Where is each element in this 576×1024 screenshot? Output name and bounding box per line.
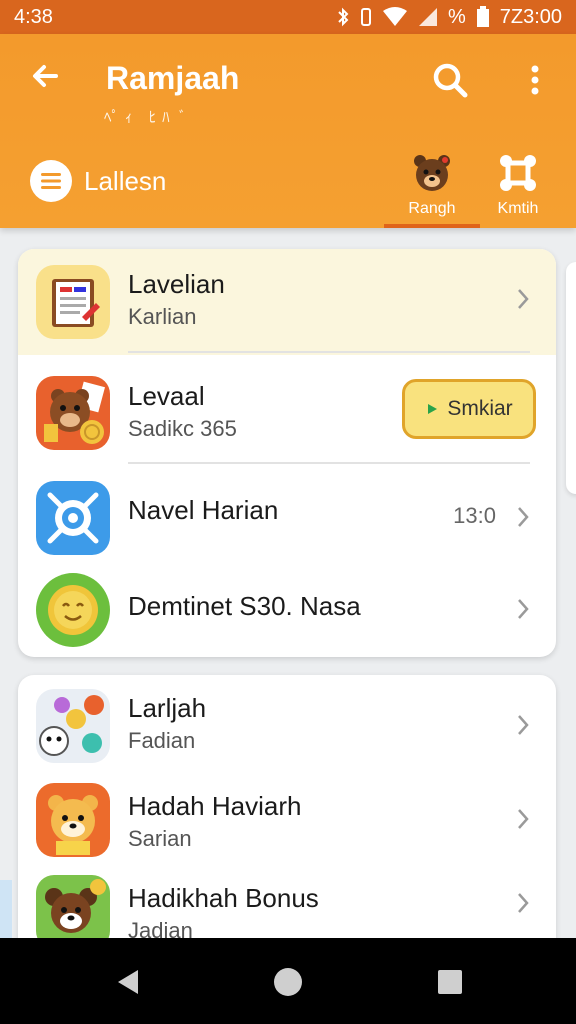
- dog-bonus-icon: [36, 875, 110, 945]
- list-item[interactable]: Larljah Fadian: [18, 675, 556, 773]
- nav-back-icon[interactable]: [112, 966, 144, 998]
- row-subtitle: Sadikc 365: [128, 416, 237, 441]
- rewards-card: Larljah Fadian Hadah Haviarh Sarian Hadi…: [18, 675, 556, 945]
- row-subtitle: Fadian: [128, 728, 196, 753]
- start-button-label: Smkiar: [447, 397, 513, 420]
- chevron-right-icon: [518, 809, 529, 829]
- status-time: 4:38: [14, 5, 53, 28]
- tab-rangh[interactable]: Rangh: [384, 146, 480, 228]
- target-blue-icon: [36, 481, 110, 555]
- row-title: Hadah Haviarh: [128, 791, 302, 821]
- status-icons: % 7Z3:00: [336, 6, 562, 29]
- list-item[interactable]: Hadikhah Bonus Jadian: [18, 867, 556, 945]
- system-nav-bar: [0, 938, 576, 1024]
- filter-button[interactable]: Lallesn: [30, 160, 166, 202]
- chevron-right-icon: [518, 715, 529, 735]
- app-bar: Ramjaah ﾍﾟｨ ﾋﾊ ﾞ Lallesn Rangh Kmtih: [0, 34, 576, 228]
- bluetooth-icon: [338, 7, 349, 27]
- fox-face-icon: [36, 783, 110, 857]
- list-item[interactable]: Navel Harian 13:0: [18, 469, 556, 565]
- row-title: Lavelian: [128, 269, 225, 299]
- list-item[interactable]: Lavelian Karlian: [18, 249, 556, 355]
- notebook-icon: [36, 265, 110, 339]
- row-title: Hadikhah Bonus: [128, 883, 319, 913]
- vibrate-icon: [360, 8, 371, 26]
- row-title: Levaal: [128, 381, 205, 411]
- list-item[interactable]: Demtinet S30. Nasa: [18, 567, 556, 657]
- divider: [128, 462, 530, 464]
- filter-label: Lallesn: [84, 165, 167, 196]
- divider: [128, 351, 530, 353]
- tab-kmtih[interactable]: Kmtih: [470, 146, 566, 228]
- tab-rangh-label: Rangh: [408, 200, 456, 217]
- page-subtitle: ﾍﾟｨ ﾋﾊ ﾞ: [104, 109, 193, 126]
- left-edge-peek: [0, 880, 12, 940]
- chevron-right-icon: [518, 289, 529, 309]
- more-vert-icon[interactable]: [520, 60, 550, 100]
- tab-kmtih-label: Kmtih: [497, 200, 539, 217]
- nav-recents-icon[interactable]: [434, 966, 466, 998]
- bear-with-coins-icon: [36, 376, 110, 450]
- start-button[interactable]: Smkiar: [402, 379, 536, 439]
- status-clock: 7Z3:00: [499, 5, 562, 28]
- status-percent: %: [447, 5, 466, 28]
- list-menu-icon: [30, 160, 72, 202]
- status-bar: 4:38 % 7Z3:00: [0, 0, 576, 34]
- nav-home-icon[interactable]: [272, 966, 304, 998]
- row-title: Navel Harian: [128, 495, 279, 525]
- row-title: Larljah: [128, 693, 207, 723]
- row-subtitle: Karlian: [128, 304, 197, 329]
- row-value: 13:0: [453, 503, 496, 528]
- chevron-right-icon: [518, 507, 529, 527]
- coin-face-icon: [36, 573, 110, 647]
- back-arrow-icon[interactable]: [26, 56, 66, 96]
- chevron-right-icon: [518, 893, 529, 913]
- daily-tasks-card: Lavelian Karlian Levaal Sadikc 365 Smkia…: [18, 249, 556, 657]
- list-item[interactable]: Levaal Sadikc 365 Smkiar: [18, 359, 556, 465]
- signal-icon: [418, 8, 437, 26]
- list-item[interactable]: Hadah Haviarh Sarian: [18, 773, 556, 867]
- search-icon[interactable]: [428, 58, 472, 102]
- page-title: Ramjaah: [106, 60, 240, 96]
- chevron-right-icon: [518, 599, 529, 619]
- next-card-peek: [566, 262, 576, 494]
- row-subtitle: Sarian: [128, 826, 192, 851]
- play-arrow-icon: [428, 404, 438, 414]
- battery-icon: [476, 6, 489, 27]
- crossed-arrows-icon: [500, 155, 536, 191]
- row-title: Demtinet S30. Nasa: [128, 591, 361, 621]
- bear-face-icon: [414, 155, 450, 191]
- wifi-icon: [382, 7, 407, 26]
- animals-collage-icon: [36, 689, 110, 763]
